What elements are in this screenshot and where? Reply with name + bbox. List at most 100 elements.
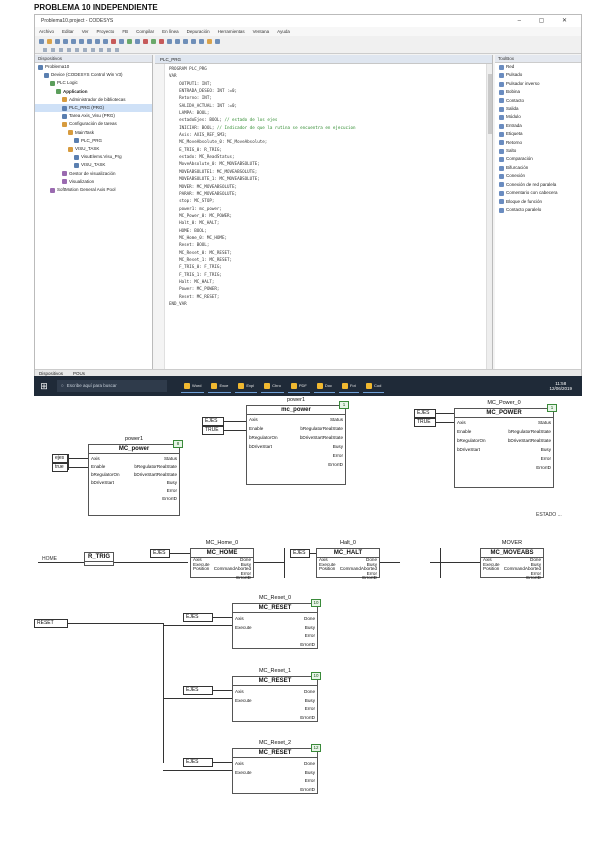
toolbox-item[interactable]: Etiqueta (495, 130, 581, 138)
declaration-code[interactable]: PROGRAM PLC_PRG VAR OUTPUT1: INT; ENTRADA… (169, 65, 486, 307)
code-line[interactable]: OUTPUT1: INT; (169, 80, 486, 87)
function-block[interactable]: MC_RESET 12 Axis Execute Done Busy Error ErrorI… (232, 744, 321, 794)
code-line[interactable]: MC_Reset_0: MC_RESET; (169, 249, 486, 256)
code-line[interactable]: MC_Home_0: MC_HOME; (169, 234, 486, 241)
toolbox-item[interactable]: Módulo (495, 113, 581, 121)
variable-box[interactable]: EJES (183, 613, 213, 622)
code-line[interactable]: MC_MoveAbsolute_0: MC_MoveAbsolute; (169, 138, 486, 145)
network-insert-icon[interactable] (43, 47, 47, 52)
code-line[interactable]: ENTRADA_DESEO: INT :=0; (169, 87, 486, 94)
function-block[interactable]: MC_HALT Axis Execute Position Done Busy Comman… (316, 548, 380, 580)
code-line[interactable]: Halt: MC_HALT; (169, 278, 486, 285)
variable-box[interactable]: TRUE (414, 418, 436, 427)
step-out-icon[interactable] (199, 38, 204, 44)
breakpoint-icon[interactable] (175, 38, 180, 44)
tree-item[interactable]: Configuración de tareas (35, 120, 152, 128)
code-line[interactable]: VAR (169, 72, 486, 79)
variable-box[interactable]: TRUE (202, 426, 224, 435)
variable-box[interactable]: RESET (34, 619, 68, 628)
assignment-insert-icon[interactable] (75, 47, 79, 52)
toolbox-item[interactable]: Bifurcación (495, 164, 581, 172)
toolbox-item[interactable]: Salto (495, 147, 581, 155)
toolbox-item[interactable]: Pulsado (495, 71, 581, 79)
editor-tab[interactable]: PLC_PRG (155, 55, 492, 64)
variable-box[interactable]: ejes (52, 454, 68, 463)
code-line[interactable]: INICIAR: BOOL; // Indicador de que la ru… (169, 124, 486, 131)
tree-item[interactable]: VISU_TASK (35, 145, 152, 153)
menu-item[interactable]: Ver (82, 29, 89, 34)
variable-box[interactable]: EJES (150, 549, 170, 558)
redo-icon[interactable] (79, 38, 84, 44)
cut-icon[interactable] (87, 38, 92, 44)
code-line[interactable]: END_VAR (169, 300, 486, 307)
code-line[interactable]: power1: mc_power; (169, 205, 486, 212)
set-icon[interactable] (107, 47, 111, 52)
toolbox-item[interactable]: Retorno (495, 139, 581, 147)
function-block[interactable]: MC_HOME Axis Execute Position Done Busy Comman… (190, 548, 254, 580)
tree-item[interactable]: PLC Logic (35, 79, 152, 87)
step-over-icon[interactable] (183, 38, 188, 44)
trigger-block[interactable]: R_TRIG (84, 552, 114, 566)
code-line[interactable]: Reset: MC_RESET; (169, 293, 486, 300)
paste-icon[interactable] (103, 38, 108, 44)
toolbox-item[interactable]: Bobina (495, 88, 581, 96)
toolbox-item[interactable]: Comentario con cabecera (495, 189, 581, 197)
start-icon[interactable] (151, 38, 156, 44)
code-line[interactable]: PARAR: MC_MOVEABSOLUTE; (169, 190, 486, 197)
build-icon[interactable] (127, 38, 132, 44)
box-insert-icon[interactable] (67, 47, 71, 52)
code-line[interactable]: MC_Reset_1: MC_RESET; (169, 256, 486, 263)
code-line[interactable]: MC_Power_0: MC_POWER; (169, 212, 486, 219)
delete-icon[interactable] (111, 38, 116, 44)
function-block[interactable]: MC_power 8 Axis Enable bRegulatorOn bDriveSta… (88, 440, 183, 516)
return-insert-icon[interactable] (91, 47, 95, 52)
find-icon[interactable] (119, 38, 124, 44)
stop-icon[interactable] (159, 38, 164, 44)
taskbar-clock[interactable]: 11:58 12/06/2019 (549, 381, 572, 392)
tree-item[interactable]: Application (35, 88, 152, 96)
code-line[interactable]: estado: MC_ReadStatus; (169, 153, 486, 160)
tree-item[interactable]: Gestor de visualización (35, 170, 152, 178)
reset-coil-icon[interactable] (115, 47, 119, 52)
code-line[interactable]: MOVEABSOLUTE1: MC_MOVEABSOLUTE; (169, 168, 486, 175)
logout-icon[interactable] (143, 38, 148, 44)
windows-start-icon[interactable]: ⊞ (37, 379, 51, 393)
taskbar-app[interactable]: Cod (362, 380, 385, 393)
print-icon[interactable] (63, 38, 68, 44)
toolbox-item[interactable]: Pulsador inverso (495, 80, 581, 88)
menu-item[interactable]: Compilar (136, 29, 154, 34)
tree-item[interactable]: Visualization (35, 178, 152, 186)
code-line[interactable]: MOVEABSOLUTE_1: MC_MOVEABSOLUTE; (169, 175, 486, 182)
code-line[interactable]: Axis: AXIS_REF_SM3; (169, 131, 486, 138)
window-controls[interactable]: – ▢ ✕ (518, 15, 575, 27)
code-line[interactable]: MOVER: MC_MOVEABSOLUTE; (169, 183, 486, 190)
code-line[interactable]: F_TRIG_0: F_TRIG; (169, 263, 486, 270)
code-line[interactable]: F_TRIG_1: F_TRIG; (169, 271, 486, 278)
toolbox-item[interactable]: Contacto (495, 97, 581, 105)
code-line[interactable]: Power: MC_POWER; (169, 285, 486, 292)
menu-item[interactable]: Ayuda (277, 29, 290, 34)
menu-item[interactable]: Proyecto (97, 29, 115, 34)
code-line[interactable]: PROGRAM PLC_PRG (169, 65, 486, 72)
code-line[interactable]: E_TRIG_0: R_TRIG; (169, 146, 486, 153)
code-line[interactable]: SALIDA_ACTUAL: INT :=0; (169, 102, 486, 109)
toolbox-item[interactable]: Entrada (495, 122, 581, 130)
code-line[interactable]: LAMPA: BOOL; (169, 109, 486, 116)
function-block[interactable]: MC_RESET 10 Axis Execute Done Busy Error ErrorI… (232, 599, 321, 649)
undo-icon[interactable] (71, 38, 76, 44)
toolbox-item[interactable]: Bloque de función (495, 198, 581, 206)
tree-item[interactable]: PLC_PRG (PRG) (35, 104, 152, 113)
coil-insert-icon[interactable] (59, 47, 63, 52)
variable-box[interactable]: EJES (183, 686, 213, 695)
taskbar-app[interactable]: Expl (235, 380, 258, 393)
function-block[interactable]: MC_RESET 10 Axis Execute Done Busy Error ErrorI… (232, 672, 321, 722)
variable-box[interactable]: EJES (183, 758, 213, 767)
code-line[interactable]: Halt_0: MC_HALT; (169, 219, 486, 226)
variable-box[interactable]: EJES (202, 417, 224, 426)
tree-item[interactable]: Tarea Axis_Visu (PRG) (35, 112, 152, 120)
tree-item[interactable]: Administrador de bibliotecas (35, 96, 152, 104)
menu-item[interactable]: Editar (62, 29, 74, 34)
menu-item[interactable]: En línea (162, 29, 179, 34)
menu-item[interactable]: Archivo (39, 29, 54, 34)
editor-scrollbar[interactable] (486, 64, 492, 369)
